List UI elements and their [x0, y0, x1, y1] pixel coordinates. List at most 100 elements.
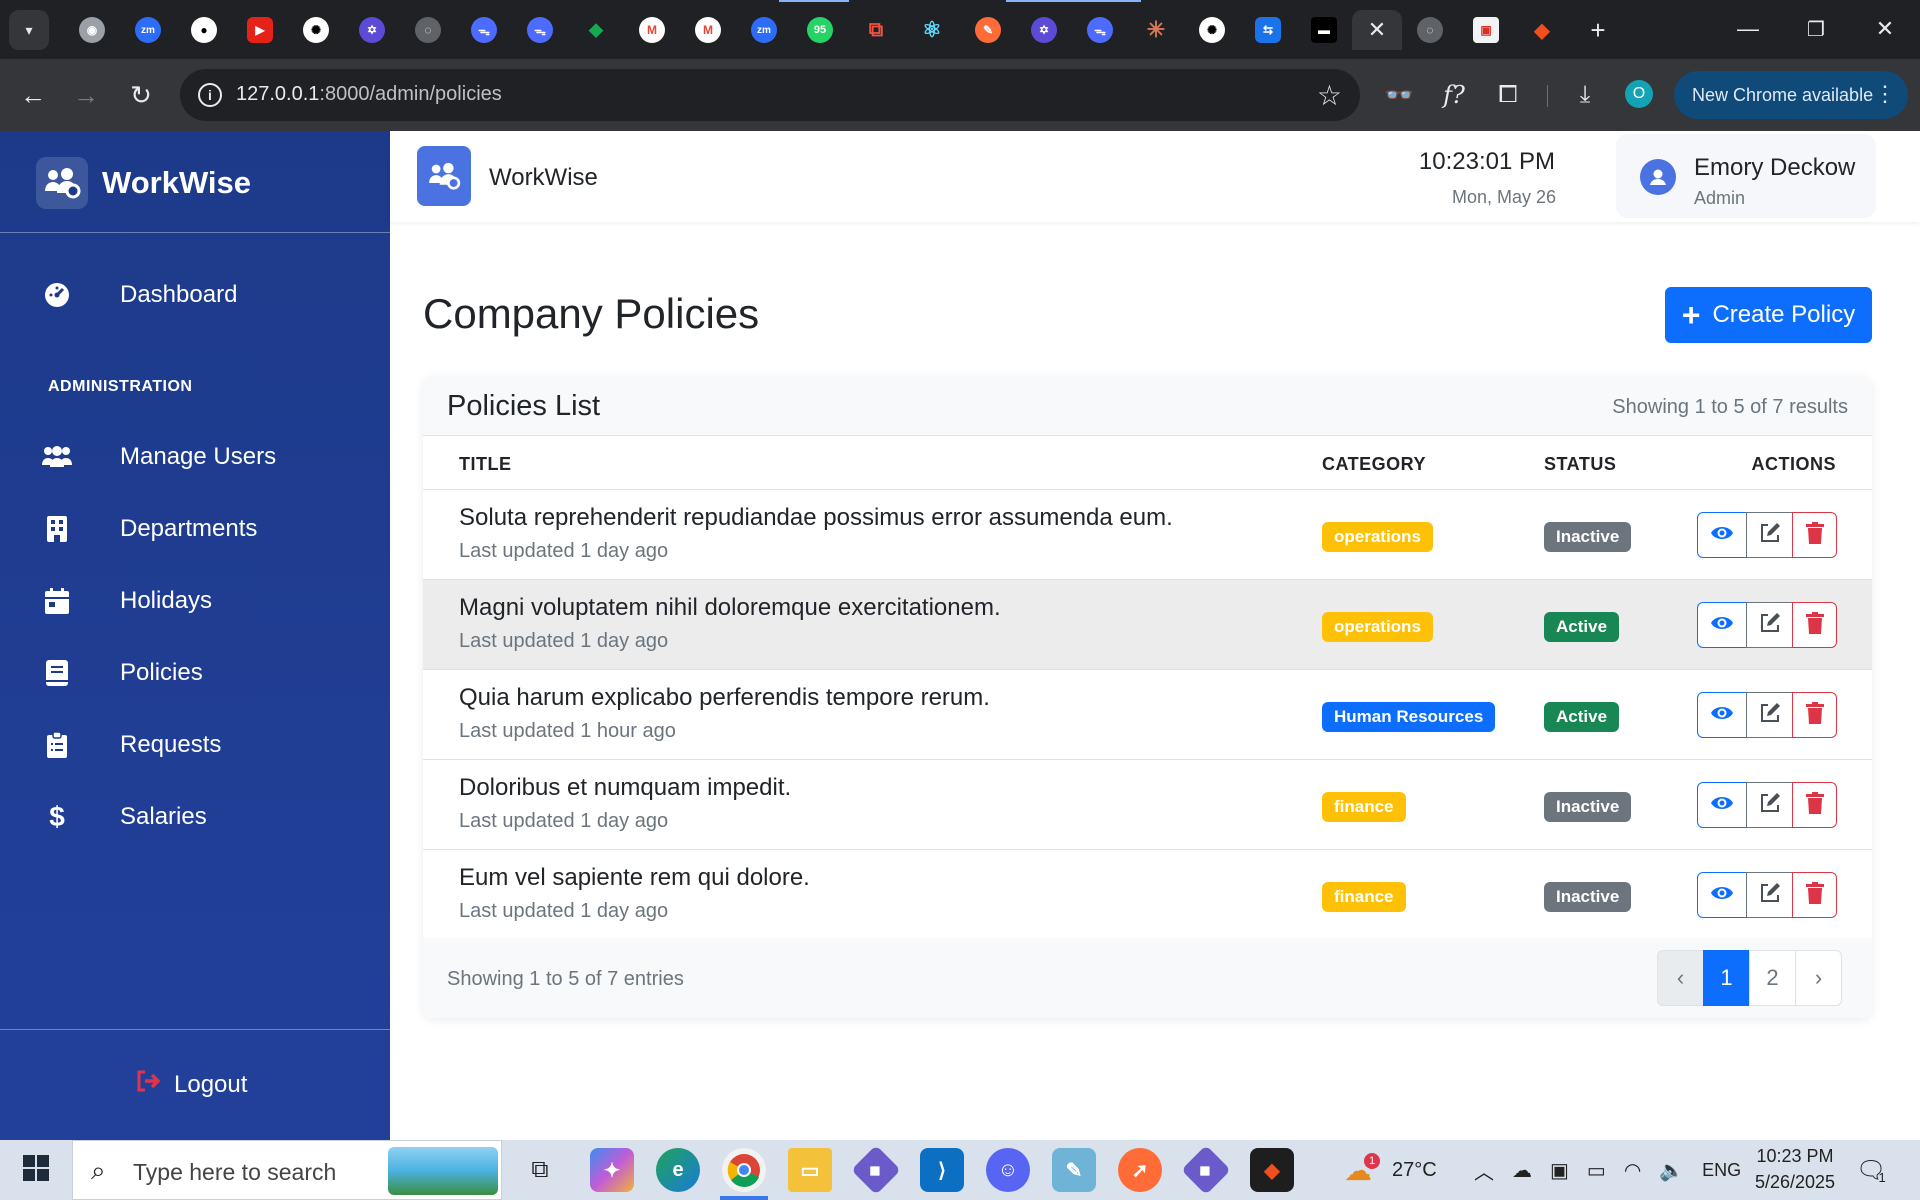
policy-title[interactable]: Soluta reprehenderit repudiandae possimu…	[459, 504, 1173, 532]
postman-taskbar-icon[interactable]: ➚	[1118, 1148, 1162, 1192]
delete-button[interactable]	[1792, 692, 1837, 738]
download-icon[interactable]: ⤓	[1567, 77, 1603, 113]
tab-claude[interactable]: ✳	[1128, 10, 1184, 50]
display-icon[interactable]: ▣	[1550, 1158, 1569, 1183]
sidebar-item-salaries[interactable]: $ Salaries	[0, 787, 390, 847]
tab-globe[interactable]: ◌	[400, 10, 456, 50]
minimize-button[interactable]: —	[1720, 6, 1776, 52]
weather-widget[interactable]: ☁ 1 27°C	[1344, 1140, 1437, 1200]
bookmark-star-icon[interactable]: ☆	[1317, 79, 1342, 112]
vscode-icon[interactable]: ⟩	[920, 1148, 964, 1192]
address-url[interactable]: 127.0.0.1:8000/admin/policies	[236, 83, 502, 106]
incognito-extension-icon[interactable]: 👓	[1381, 77, 1417, 113]
taskbar-clock-time[interactable]: 10:23 PM	[1740, 1146, 1850, 1167]
policy-title[interactable]: Magni voluptatem nihil doloremque exerci…	[459, 594, 1001, 622]
create-policy-button[interactable]: + Create Policy	[1665, 287, 1872, 343]
close-window-button[interactable]: ✕	[1857, 6, 1913, 52]
sidebar-item-holidays[interactable]: Holidays	[0, 571, 390, 631]
tab-chrome[interactable]: ◉	[64, 10, 120, 50]
sidebar-brand[interactable]: WorkWise	[0, 131, 390, 233]
address-bar[interactable]: i 127.0.0.1:8000/admin/policies ☆	[180, 69, 1360, 121]
chrome-taskbar-icon[interactable]	[722, 1148, 766, 1192]
taskbar-search[interactable]: ⌕ Type here to search	[72, 1140, 502, 1200]
edge-icon[interactable]: e	[656, 1148, 700, 1192]
sidebar-item-manage-users[interactable]: Manage Users	[0, 427, 390, 487]
tab-terminal[interactable]: ▬	[1296, 10, 1352, 50]
sidebar-item-dashboard[interactable]: Dashboard	[0, 265, 390, 325]
font-extension-icon[interactable]: f?	[1436, 77, 1472, 113]
tab-deepseek[interactable]: ᯓ	[456, 10, 512, 50]
tab-zoom[interactable]: zm	[120, 10, 176, 50]
tab-image[interactable]: ▣	[1458, 10, 1514, 50]
policy-title[interactable]: Eum vel sapiente rem qui dolore.	[459, 864, 810, 892]
edit-button[interactable]	[1746, 782, 1793, 828]
table-row[interactable]: Doloribus et numquam impedit. Last updat…	[423, 760, 1872, 850]
restore-button[interactable]: ❐	[1788, 6, 1844, 52]
tab-current[interactable]: ✕	[1352, 10, 1402, 50]
tab-openai[interactable]: ✺	[288, 10, 344, 50]
notepad-icon[interactable]: ✎	[1052, 1148, 1096, 1192]
new-tab-button[interactable]: +	[1570, 10, 1626, 50]
delete-button[interactable]	[1792, 512, 1837, 558]
git-app-icon-2[interactable]: ◆	[1181, 1145, 1231, 1195]
tab-search-chevron-icon[interactable]: ▾	[9, 10, 49, 50]
reload-button[interactable]: ↻	[123, 77, 159, 113]
tab-github[interactable]: ●	[176, 10, 232, 50]
delete-button[interactable]	[1792, 602, 1837, 648]
tab-globe-2[interactable]: ◌	[1402, 10, 1458, 50]
cloud-sync-icon[interactable]: ☁	[1512, 1158, 1532, 1183]
discord-icon[interactable]: ☺	[986, 1148, 1030, 1192]
pagination-prev[interactable]: ‹	[1657, 950, 1704, 1006]
tab-openai-2[interactable]: ✺	[1184, 10, 1240, 50]
pagination-next[interactable]: ›	[1795, 950, 1842, 1006]
more-vert-icon[interactable]: ⋮	[1874, 81, 1896, 107]
tab-app[interactable]: ✡	[344, 10, 400, 50]
policy-title[interactable]: Doloribus et numquam impedit.	[459, 774, 791, 802]
table-row[interactable]: Magni voluptatem nihil doloremque exerci…	[423, 580, 1872, 670]
close-tab-icon[interactable]: ✕	[1364, 17, 1390, 43]
edit-button[interactable]	[1746, 512, 1793, 558]
back-button[interactable]: ←	[15, 77, 51, 113]
logout-button[interactable]: Logout	[136, 1070, 247, 1099]
pagination-page-2[interactable]: 2	[1749, 950, 1796, 1006]
view-button[interactable]	[1697, 692, 1747, 738]
tab-gmail-2[interactable]: M	[680, 10, 736, 50]
start-button[interactable]	[0, 1140, 72, 1200]
view-button[interactable]	[1697, 512, 1747, 558]
view-button[interactable]	[1697, 602, 1747, 648]
table-row[interactable]: Soluta reprehenderit repudiandae possimu…	[423, 490, 1872, 580]
copilot-icon[interactable]: ✦	[590, 1148, 634, 1192]
figma-taskbar-icon[interactable]: ◆	[1250, 1148, 1294, 1192]
chrome-update-button[interactable]: New Chrome available ⋮	[1674, 71, 1908, 119]
tab-deepseek-2[interactable]: ᯓ	[512, 10, 568, 50]
forward-button[interactable]: →	[68, 77, 104, 113]
language-indicator[interactable]: ENG	[1702, 1160, 1741, 1181]
notification-center[interactable]: 🗨 1	[1856, 1140, 1886, 1200]
chevron-up-icon[interactable]: ︿	[1474, 1156, 1494, 1185]
policy-title[interactable]: Quia harum explicabo perferendis tempore…	[459, 684, 990, 712]
tab-share[interactable]: ⇆	[1240, 10, 1296, 50]
users-gear-logo-icon[interactable]	[417, 146, 471, 206]
task-view-icon[interactable]: ⧉	[518, 1148, 562, 1192]
extensions-puzzle-icon[interactable]: ⧠	[1490, 77, 1526, 113]
edit-button[interactable]	[1746, 872, 1793, 918]
tab-deepseek-3[interactable]: ᯓ	[1072, 10, 1128, 50]
tab-postman[interactable]: ✎	[960, 10, 1016, 50]
taskbar-clock-date[interactable]: 5/26/2025	[1740, 1172, 1850, 1193]
tab-youtube[interactable]: ▶	[232, 10, 288, 50]
wifi-icon[interactable]: ◠	[1624, 1158, 1641, 1183]
sidebar-item-departments[interactable]: Departments	[0, 499, 390, 559]
table-row[interactable]: Eum vel sapiente rem qui dolore. Last up…	[423, 850, 1872, 940]
user-menu[interactable]: Emory Deckow Admin	[1616, 134, 1876, 218]
tab-figma[interactable]: ◆	[1514, 10, 1570, 50]
view-button[interactable]	[1697, 782, 1747, 828]
table-row[interactable]: Quia harum explicabo perferendis tempore…	[423, 670, 1872, 760]
delete-button[interactable]	[1792, 872, 1837, 918]
pagination-page-1[interactable]: 1	[1703, 950, 1750, 1006]
sidebar-item-policies[interactable]: Policies	[0, 643, 390, 703]
file-explorer-icon[interactable]: ▭	[788, 1148, 832, 1192]
view-button[interactable]	[1697, 872, 1747, 918]
tab-react[interactable]: ⚛	[904, 10, 960, 50]
site-info-icon[interactable]: i	[198, 83, 222, 107]
tab-gmail[interactable]: M	[624, 10, 680, 50]
